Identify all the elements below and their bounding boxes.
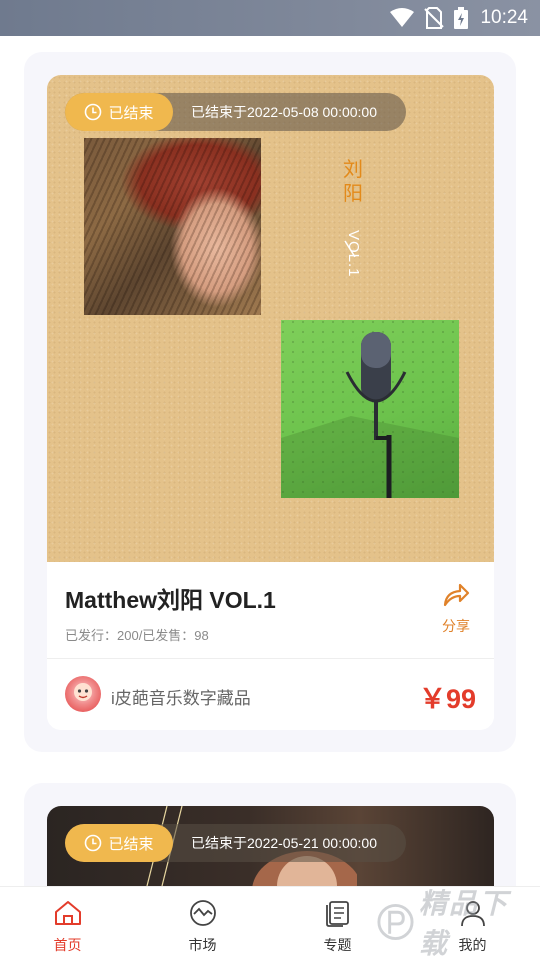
status-pill: 已结束 已结束于2022-05-21 00:00:00 — [65, 824, 406, 862]
battery-icon — [454, 7, 469, 29]
cover-vertical-title: 刘阳 — [343, 157, 363, 205]
publisher-avatar[interactable] — [65, 676, 101, 712]
status-badge: 已结束 — [65, 93, 173, 131]
ended-time: 已结束于2022-05-08 00:00:00 — [191, 104, 377, 120]
topic-icon — [325, 901, 349, 927]
status-bar: 10:24 — [0, 0, 540, 36]
market-icon — [189, 900, 216, 926]
clock-icon — [85, 834, 102, 852]
divider — [47, 658, 494, 659]
issue-info: 已发行：200/已发售：98 — [65, 628, 209, 643]
collectible-card[interactable]: 刘阳 VOL.1 已结束 已结束于2022-05-08 00:00:00 Mat… — [47, 75, 494, 730]
publisher-name[interactable]: i皮葩音乐数字藏品 — [111, 684, 251, 709]
status-time: 10:24 — [480, 7, 528, 28]
cover-vertical-sub: VOL.1 — [345, 230, 362, 278]
nav-home-label: 首页 — [53, 937, 82, 953]
status-pill: 已结束 已结束于2022-05-08 00:00:00 — [65, 93, 406, 131]
cover-image[interactable]: 已结束 已结束于2022-05-21 00:00:00 — [47, 806, 494, 886]
collectible-title[interactable]: Matthew刘阳 VOL.1 — [65, 581, 276, 615]
cover-image[interactable]: 刘阳 VOL.1 已结束 已结束于2022-05-08 00:00:00 — [47, 75, 494, 562]
collectible-card-wrapper: 刘阳 VOL.1 已结束 已结束于2022-05-08 00:00:00 Mat… — [24, 52, 516, 752]
clock-icon — [85, 103, 102, 121]
watermark: 精品下载 — [376, 888, 536, 959]
microphone-icon — [281, 320, 459, 498]
share-button[interactable]: 分享 — [436, 581, 476, 636]
nav-market[interactable]: 市场 — [135, 887, 270, 961]
no-sim-icon — [424, 7, 445, 29]
share-icon — [443, 583, 470, 607]
nav-market-label: 市场 — [188, 937, 217, 953]
home-icon — [54, 901, 81, 925]
collectible-card-wrapper: 已结束 已结束于2022-05-21 00:00:00 — [24, 783, 516, 886]
feed[interactable]: 刘阳 VOL.1 已结束 已结束于2022-05-08 00:00:00 Mat… — [0, 36, 540, 886]
watermark-logo-icon — [377, 903, 414, 941]
ended-time: 已结束于2022-05-21 00:00:00 — [191, 835, 377, 851]
wifi-icon — [390, 8, 415, 27]
price: ￥99 — [418, 684, 476, 714]
status-label: 已结束 — [108, 104, 154, 122]
microphone-photo — [281, 320, 459, 498]
collectible-card[interactable]: 已结束 已结束于2022-05-21 00:00:00 — [47, 806, 494, 886]
card-info: Matthew刘阳 VOL.1 已发行：200/已发售：98 分享 i皮葩音乐数… — [47, 562, 494, 730]
status-label: 已结束 — [108, 835, 154, 853]
watermark-text: 精品下载 — [419, 888, 510, 959]
status-badge: 已结束 — [65, 824, 173, 862]
status-icons: 10:24 — [390, 6, 528, 30]
nav-home[interactable]: 首页 — [0, 887, 135, 961]
share-label: 分享 — [442, 618, 470, 634]
artist-photo — [84, 138, 261, 315]
nav-topic-label: 专题 — [323, 937, 352, 953]
